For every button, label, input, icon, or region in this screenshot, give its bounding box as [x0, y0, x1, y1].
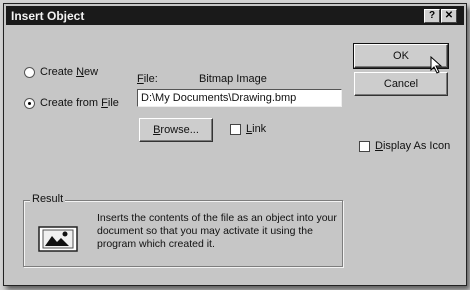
display-as-icon-checkbox[interactable] — [359, 140, 370, 152]
create-from-file-label: Create from File — [40, 97, 119, 109]
result-description: Inserts the contents of the file as an o… — [97, 212, 337, 250]
result-group-title: Result — [30, 193, 66, 205]
mouse-pointer-icon — [430, 56, 443, 74]
object-picture-icon — [38, 226, 78, 252]
browse-button[interactable]: Browse... — [139, 118, 213, 142]
display-as-icon-option[interactable]: Display As Icon — [359, 140, 450, 152]
create-from-file-radio[interactable] — [24, 97, 35, 109]
close-button[interactable]: ✕ — [441, 9, 457, 23]
link-label: Link — [246, 123, 267, 135]
cancel-button[interactable]: Cancel — [354, 72, 448, 96]
file-type-text: Bitmap Image — [199, 73, 267, 85]
display-as-icon-label: Display As Icon — [375, 140, 451, 152]
file-label: File: — [137, 73, 158, 85]
create-new-label: Create New — [40, 66, 99, 78]
dialog-title: Insert Object — [11, 9, 85, 23]
insert-object-dialog: Insert Object ? ✕ Create New Create from… — [3, 3, 467, 286]
link-checkbox[interactable] — [230, 123, 241, 135]
help-button[interactable]: ? — [424, 9, 440, 23]
link-option[interactable]: Link — [230, 123, 266, 135]
create-new-radio[interactable] — [24, 66, 35, 78]
create-new-option[interactable]: Create New — [24, 66, 98, 78]
create-from-file-option[interactable]: Create from File — [24, 97, 119, 109]
file-path-field[interactable]: D:\My Documents\Drawing.bmp — [137, 89, 342, 107]
title-bar[interactable]: Insert Object ? ✕ — [6, 6, 464, 25]
